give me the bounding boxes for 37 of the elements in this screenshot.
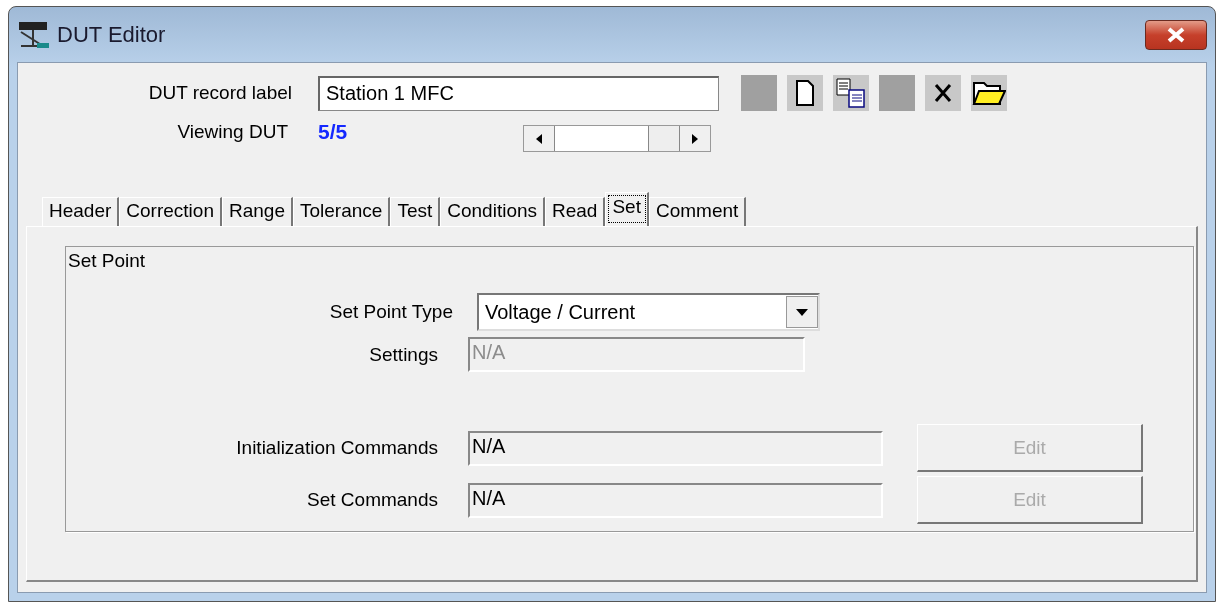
tab[interactable]: Comment — [648, 197, 747, 226]
viewing-label: Viewing DUT — [176, 120, 288, 143]
command-label: Set Commands — [306, 489, 438, 511]
set-point-type-dropdown[interactable]: Voltage / Current — [477, 293, 820, 331]
tab[interactable]: Conditions — [440, 197, 545, 226]
dropdown-value: Voltage / Current — [485, 300, 636, 324]
record-scrollbar[interactable] — [523, 125, 711, 152]
caret-icon — [796, 308, 808, 316]
tab[interactable]: Header — [42, 197, 120, 226]
right-arrow-icon — [692, 133, 698, 144]
group-title: Set Point — [68, 250, 147, 272]
tab[interactable]: Test — [390, 197, 441, 226]
viewing-value: 5/5 — [318, 119, 349, 144]
tab[interactable]: Set — [605, 192, 649, 226]
close-button[interactable] — [1145, 19, 1207, 50]
folder-icon — [972, 79, 1006, 107]
left-arrow-icon — [536, 133, 542, 144]
delete-icon — [933, 82, 953, 104]
app-icon — [17, 19, 51, 50]
record-label-field[interactable]: Station 1 MFC — [318, 75, 719, 111]
open-toolbar-button[interactable] — [971, 75, 1007, 111]
set-point-type-label: Set Point Type — [328, 301, 453, 323]
tab[interactable]: Tolerance — [293, 197, 391, 226]
copy-toolbar-button[interactable] — [833, 75, 869, 111]
command-label: Initialization Commands — [235, 437, 438, 459]
scroll-thumb[interactable] — [648, 126, 680, 151]
record-label: DUT record label — [147, 82, 292, 104]
tab[interactable]: Correction — [119, 197, 222, 226]
close-icon — [1166, 26, 1186, 43]
delete-toolbar-button[interactable] — [925, 75, 961, 111]
tab[interactable]: Read — [545, 197, 606, 226]
window-title: DUT Editor — [57, 21, 166, 48]
settings-label: Settings — [368, 343, 438, 366]
tab[interactable]: Range — [222, 197, 293, 226]
new-toolbar-button[interactable] — [787, 75, 823, 111]
document-icon — [795, 80, 815, 106]
copy-icon — [836, 78, 866, 108]
